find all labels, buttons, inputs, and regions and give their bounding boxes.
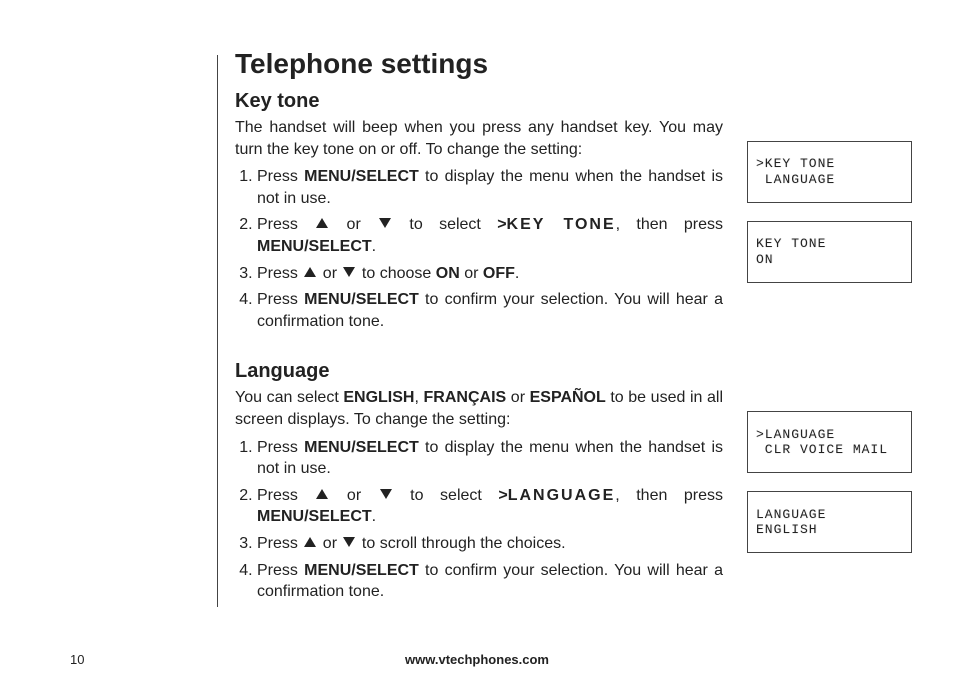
- francais-label: FRANÇAIS: [424, 389, 507, 406]
- language-cols: You can select ENGLISH, FRANÇAIS or ESPA…: [235, 387, 915, 608]
- gt: >: [498, 487, 507, 504]
- lcd-line: LANGUAGE: [756, 172, 903, 188]
- t: or: [506, 389, 529, 406]
- language-block: Language You can select ENGLISH, FRANÇAI…: [235, 360, 915, 608]
- t: or: [318, 535, 341, 552]
- t: You can select: [235, 389, 343, 406]
- language-text: You can select ENGLISH, FRANÇAIS or ESPA…: [235, 387, 723, 608]
- lcd-language-value: LANGUAGE ENGLISH: [747, 491, 912, 553]
- key-tone-label: KEY TONE: [507, 216, 616, 233]
- on-label: ON: [436, 265, 460, 282]
- lcd-keytone-value: KEY TONE ON: [747, 221, 912, 283]
- t: or: [318, 265, 341, 282]
- menu-select: MENU/SELECT: [304, 168, 419, 185]
- menu-select: MENU/SELECT: [257, 508, 372, 525]
- menu-select: MENU/SELECT: [304, 291, 419, 308]
- t: , then press: [616, 216, 723, 233]
- keytone-screens: >KEY TONE LANGUAGE KEY TONE ON: [747, 117, 915, 283]
- keytone-steps: Press MENU/SELECT to display the menu wh…: [235, 166, 723, 332]
- t: .: [372, 508, 376, 525]
- spacer: [747, 117, 915, 123]
- down-arrow-icon: [343, 537, 355, 547]
- t: or: [460, 265, 483, 282]
- t: Press: [257, 291, 304, 308]
- t: , then press: [615, 487, 723, 504]
- language-step-2: Press or to select >LANGUAGE, then press…: [257, 485, 723, 528]
- language-intro: You can select ENGLISH, FRANÇAIS or ESPA…: [235, 387, 723, 430]
- t: .: [515, 265, 519, 282]
- left-rule: [217, 55, 218, 607]
- t: Press: [257, 216, 314, 233]
- t: Press: [257, 487, 314, 504]
- footer-url: www.vtechphones.com: [0, 652, 954, 667]
- keytone-block: The handset will beep when you press any…: [235, 117, 915, 338]
- menu-select: MENU/SELECT: [304, 562, 419, 579]
- lcd-line: >LANGUAGE: [756, 427, 903, 443]
- t: or: [330, 216, 377, 233]
- lcd-line: ENGLISH: [756, 522, 903, 538]
- keytone-step-3: Press or to choose ON or OFF.: [257, 263, 723, 285]
- t: Press: [257, 535, 302, 552]
- language-step-4: Press MENU/SELECT to confirm your select…: [257, 560, 723, 603]
- t: ,: [414, 389, 423, 406]
- language-screens: >LANGUAGE CLR VOICE MAIL LANGUAGE ENGLIS…: [747, 387, 915, 553]
- off-label: OFF: [483, 265, 515, 282]
- keytone-step-2: Press or to select >KEY TONE, then press…: [257, 214, 723, 257]
- page: Telephone settings Key tone The handset …: [0, 0, 954, 682]
- english-label: ENGLISH: [343, 389, 414, 406]
- language-step-3: Press or to scroll through the choices.: [257, 533, 723, 555]
- page-title: Telephone settings: [235, 48, 915, 80]
- up-arrow-icon: [316, 218, 328, 228]
- content: Telephone settings Key tone The handset …: [235, 48, 915, 609]
- section-heading-language: Language: [235, 360, 915, 383]
- language-label: LANGUAGE: [508, 487, 616, 504]
- lcd-line: ON: [756, 252, 903, 268]
- t: or: [330, 487, 377, 504]
- lcd-line: KEY TONE: [756, 236, 903, 252]
- t: Press: [257, 265, 302, 282]
- language-steps: Press MENU/SELECT to display the menu wh…: [235, 437, 723, 603]
- t: Press: [257, 168, 304, 185]
- up-arrow-icon: [304, 537, 316, 547]
- keytone-text: The handset will beep when you press any…: [235, 117, 723, 338]
- down-arrow-icon: [380, 489, 392, 499]
- keytone-intro: The handset will beep when you press any…: [235, 117, 723, 160]
- lcd-language-menu: >LANGUAGE CLR VOICE MAIL: [747, 411, 912, 473]
- up-arrow-icon: [304, 267, 316, 277]
- menu-select: MENU/SELECT: [304, 439, 419, 456]
- lcd-keytone-menu: >KEY TONE LANGUAGE: [747, 141, 912, 203]
- language-step-1: Press MENU/SELECT to display the menu wh…: [257, 437, 723, 480]
- keytone-step-4: Press MENU/SELECT to confirm your select…: [257, 289, 723, 332]
- t: Press: [257, 439, 304, 456]
- t: to select: [394, 487, 499, 504]
- down-arrow-icon: [343, 267, 355, 277]
- gt: >: [497, 216, 506, 233]
- t: to scroll through the choices.: [357, 535, 565, 552]
- t: Press: [257, 562, 304, 579]
- t: to choose: [357, 265, 435, 282]
- lcd-line: >KEY TONE: [756, 156, 903, 172]
- t: to select: [393, 216, 497, 233]
- down-arrow-icon: [379, 218, 391, 228]
- espanol-label: ESPAÑOL: [530, 389, 606, 406]
- spacer: [747, 387, 915, 393]
- keytone-step-1: Press MENU/SELECT to display the menu wh…: [257, 166, 723, 209]
- t: .: [372, 238, 376, 255]
- menu-select: MENU/SELECT: [257, 238, 372, 255]
- up-arrow-icon: [316, 489, 328, 499]
- lcd-line: LANGUAGE: [756, 507, 903, 523]
- section-heading-keytone: Key tone: [235, 90, 915, 113]
- lcd-line: CLR VOICE MAIL: [756, 442, 903, 458]
